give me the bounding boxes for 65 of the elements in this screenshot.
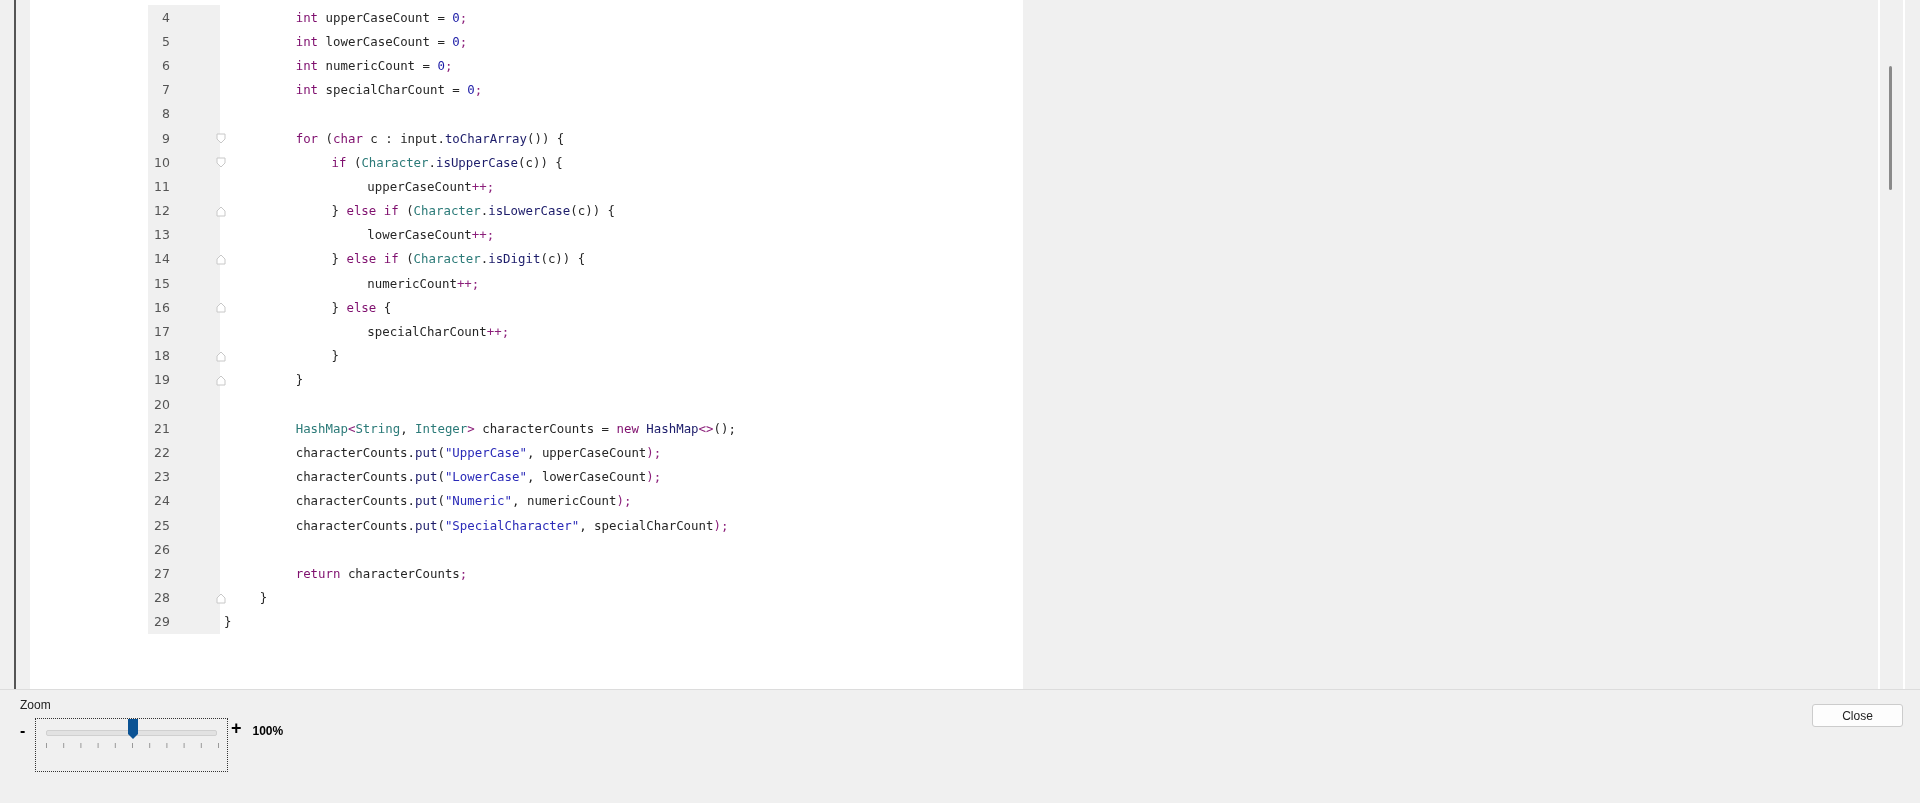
line-number: 8 xyxy=(161,106,170,122)
code-line: } xyxy=(330,348,339,364)
code-line: characterCounts.put("SpecialCharacter", specialCharCount); xyxy=(294,517,729,533)
code-line: if (Character.isUpperCase(c)) { xyxy=(330,154,563,170)
close-button[interactable]: Close xyxy=(1812,704,1903,727)
code-line: characterCounts.put("UpperCase", upperCaseCount); xyxy=(294,444,662,460)
minus-sign[interactable]: - xyxy=(20,722,35,740)
line-number: 16 xyxy=(153,299,170,315)
line-number: 13 xyxy=(153,227,170,243)
fold-marker-icon[interactable] xyxy=(216,157,226,169)
line-number: 19 xyxy=(153,372,170,388)
code-line: } else { xyxy=(330,299,392,315)
line-number: 18 xyxy=(153,348,170,364)
zoom-label: Zoom xyxy=(20,698,52,712)
fold-marker-icon[interactable] xyxy=(216,253,226,265)
line-number: 10 xyxy=(153,154,170,170)
line-number: 7 xyxy=(161,82,170,98)
code-line: lowerCaseCount++; xyxy=(366,227,495,243)
line-number: 15 xyxy=(153,275,170,291)
code-line: } xyxy=(294,372,304,388)
zoom-slider[interactable] xyxy=(35,718,228,772)
code-line: int lowerCaseCount = 0; xyxy=(294,33,468,49)
code-line: } else if (Character.isDigit(c)) { xyxy=(330,251,586,267)
line-number: 14 xyxy=(153,251,170,267)
slider-thumb[interactable] xyxy=(126,718,139,740)
line-number: 9 xyxy=(161,130,170,146)
fold-marker-icon[interactable] xyxy=(216,205,226,217)
line-number: 20 xyxy=(153,396,170,412)
code-line: upperCaseCount++; xyxy=(366,178,495,194)
line-number: 21 xyxy=(153,420,170,436)
line-number: 24 xyxy=(153,493,170,509)
line-number: 4 xyxy=(161,9,170,25)
line-number: 6 xyxy=(161,57,170,73)
code-line: } else if (Character.isLowerCase(c)) { xyxy=(330,203,616,219)
line-number: 29 xyxy=(153,614,170,630)
code-line: int upperCaseCount = 0; xyxy=(294,9,468,25)
line-number: 28 xyxy=(153,590,170,606)
zoom-percentage: 100% xyxy=(252,724,284,738)
line-number: 23 xyxy=(153,469,170,485)
fold-marker-icon[interactable] xyxy=(216,302,226,314)
code-line: } xyxy=(224,614,232,630)
code-line: characterCounts.put("LowerCase", lowerCaseCount); xyxy=(294,469,662,485)
plus-sign[interactable]: + xyxy=(231,718,242,739)
line-number: 26 xyxy=(153,541,170,557)
code-line: int numericCount = 0; xyxy=(294,57,453,73)
fold-marker-icon[interactable] xyxy=(216,132,226,144)
code-line: numericCount++; xyxy=(366,275,480,291)
fold-marker-icon[interactable] xyxy=(216,592,226,604)
line-number: 11 xyxy=(153,178,170,194)
fold-marker-icon[interactable] xyxy=(216,374,226,386)
scrollbar-thumb[interactable] xyxy=(1889,66,1892,190)
line-number: 17 xyxy=(153,324,170,340)
line-number: 22 xyxy=(153,444,170,460)
code-line: for (char c : input.toCharArray()) { xyxy=(294,130,565,146)
code-line: int specialCharCount = 0; xyxy=(294,82,483,98)
code-line: return characterCounts; xyxy=(294,565,468,581)
fold-marker-icon[interactable] xyxy=(216,350,226,362)
line-number: 25 xyxy=(153,517,170,533)
line-number: 5 xyxy=(161,33,170,49)
code-line: characterCounts.put("Numeric", numericCount); xyxy=(294,493,632,509)
code-line: } xyxy=(258,590,268,606)
line-number: 12 xyxy=(153,203,170,219)
code-line: HashMap<String, Integer> characterCounts = new HashMap<>(); xyxy=(294,420,736,436)
line-number: 27 xyxy=(153,565,170,581)
code-line: specialCharCount++; xyxy=(366,324,510,340)
